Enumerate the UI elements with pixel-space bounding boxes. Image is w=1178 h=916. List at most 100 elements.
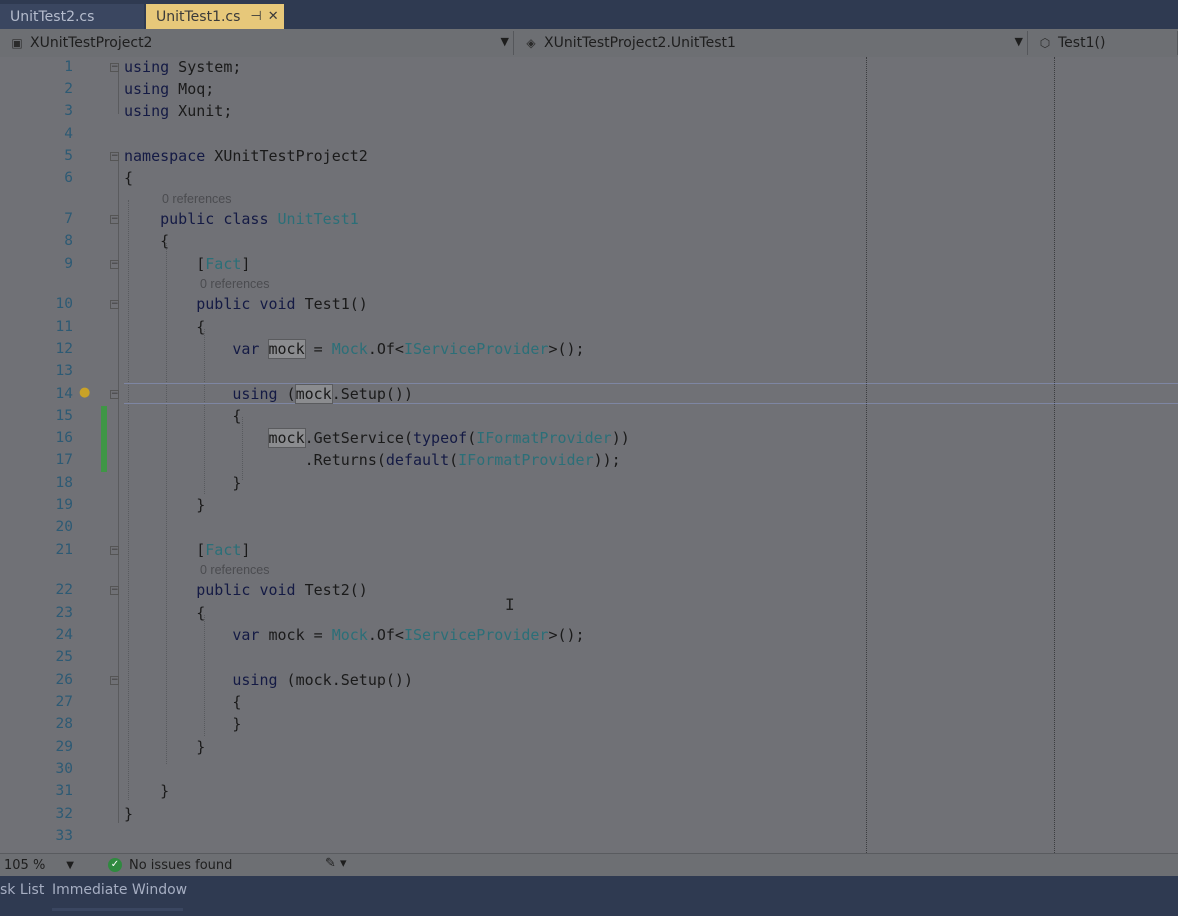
project-dropdown[interactable]: ▣ XUnitTestProject2 ▼ — [4, 31, 514, 55]
collapse-icon[interactable]: − — [110, 676, 119, 685]
line-number: 29 — [55, 739, 73, 755]
code-line[interactable]: var mock = Mock.Of<IServiceProvider>(); — [124, 339, 585, 359]
line-number: 18 — [55, 475, 73, 491]
line-number: 17 — [55, 452, 73, 468]
line-number: 9 — [64, 256, 73, 272]
line-number: 5 — [64, 148, 73, 164]
code-line[interactable]: { — [124, 604, 205, 622]
line-number: 16 — [55, 430, 73, 446]
navigation-bar: ▣ XUnitTestProject2 ▼ ◈ XUnitTestProject… — [0, 29, 1178, 58]
code-line[interactable]: } — [124, 805, 133, 823]
line-number: 20 — [55, 519, 73, 535]
tab-unittest2[interactable]: UnitTest2.cs — [0, 4, 144, 29]
text-cursor-icon: I — [505, 595, 515, 614]
collapse-icon[interactable]: − — [110, 586, 119, 595]
code-line[interactable]: using Xunit; — [124, 102, 232, 120]
collapse-icon[interactable]: − — [110, 546, 119, 555]
line-number: 23 — [55, 605, 73, 621]
tab-unittest1[interactable]: UnitTest1.cs ⊣✕ — [146, 4, 284, 29]
code-cleanup-icon[interactable]: ✎ ▾ — [325, 856, 347, 871]
lightbulb-icon[interactable]: ● — [79, 385, 90, 400]
codelens-references[interactable]: 0 references — [200, 277, 269, 295]
active-tab-indicator — [52, 908, 183, 911]
code-line[interactable]: using Moq; — [124, 80, 214, 98]
line-number: 10 — [55, 296, 73, 312]
pin-icon[interactable]: ⊣ — [250, 9, 267, 24]
line-number: 1 — [64, 59, 73, 75]
code-line[interactable]: } — [124, 782, 169, 800]
line-number: 7 — [64, 211, 73, 227]
code-line[interactable]: public class UnitTest1 — [124, 210, 359, 228]
code-line[interactable]: [Fact] — [124, 255, 250, 273]
zoom-level: 105 % — [4, 857, 46, 873]
class-dropdown[interactable]: ◈ XUnitTestProject2.UnitTest1 ▼ — [518, 31, 1028, 55]
line-number: 14 — [55, 386, 73, 402]
method-icon: ⬡ — [1039, 36, 1051, 50]
code-line[interactable]: { — [124, 318, 205, 336]
code-line[interactable]: using System; — [124, 58, 241, 76]
line-number: 19 — [55, 497, 73, 513]
code-line[interactable]: { — [124, 693, 241, 711]
issues-label: No issues found — [129, 857, 233, 873]
code-line[interactable]: using (mock.Setup()) — [124, 671, 413, 689]
line-number: 28 — [55, 716, 73, 732]
line-number: 4 — [64, 126, 73, 142]
line-number: 15 — [55, 408, 73, 424]
collapse-icon[interactable]: − — [110, 300, 119, 309]
issues-indicator[interactable]: ✓ No issues found — [108, 856, 232, 874]
collapse-icon[interactable]: − — [110, 390, 119, 399]
tab-label: UnitTest2.cs — [10, 8, 95, 25]
project-icon: ▣ — [11, 36, 23, 50]
line-number: 2 — [64, 81, 73, 97]
tab-immediate-window[interactable]: Immediate Window — [52, 882, 187, 898]
code-line[interactable]: } — [124, 715, 241, 733]
line-number: 21 — [55, 542, 73, 558]
line-number: 13 — [55, 363, 73, 379]
code-line[interactable]: } — [124, 496, 205, 514]
collapse-icon[interactable]: − — [110, 63, 119, 72]
document-tab-strip: UnitTest2.cs UnitTest1.cs ⊣✕ — [0, 0, 1178, 29]
collapse-icon[interactable]: − — [110, 152, 119, 161]
line-number: 3 — [64, 103, 73, 119]
code-line[interactable]: public void Test1() — [124, 295, 368, 313]
code-line[interactable]: } — [124, 474, 241, 492]
codelens-references[interactable]: 0 references — [162, 192, 231, 210]
chevron-down-icon[interactable]: ▼ — [501, 35, 509, 48]
code-line[interactable]: } — [124, 738, 205, 756]
chevron-down-icon[interactable]: ▼ — [66, 860, 74, 871]
check-circle-icon: ✓ — [108, 858, 122, 872]
code-line[interactable]: { — [124, 407, 241, 425]
bottom-panel-tabs: sk List Immediate Window — [0, 876, 1178, 916]
zoom-dropdown[interactable]: 105 % ▼ — [4, 856, 78, 874]
member-label: Test1() — [1058, 35, 1106, 51]
line-number: 31 — [55, 783, 73, 799]
code-line[interactable]: .Returns(default(IFormatProvider)); — [124, 451, 621, 469]
code-line[interactable]: { — [124, 169, 133, 187]
line-number: 30 — [55, 761, 73, 777]
code-line[interactable]: mock.GetService(typeof(IFormatProvider)) — [124, 428, 630, 448]
code-line[interactable]: { — [124, 232, 169, 250]
code-line[interactable]: var mock = Mock.Of<IServiceProvider>(); — [124, 626, 584, 644]
collapse-icon[interactable]: − — [110, 260, 119, 269]
line-number: 26 — [55, 672, 73, 688]
line-number: 22 — [55, 582, 73, 598]
line-number: 24 — [55, 627, 73, 643]
class-label: XUnitTestProject2.UnitTest1 — [544, 35, 736, 51]
line-number: 33 — [55, 828, 73, 844]
codelens-references[interactable]: 0 references — [200, 563, 269, 581]
line-number: 12 — [55, 341, 73, 357]
class-icon: ◈ — [526, 36, 536, 50]
line-number: 8 — [64, 233, 73, 249]
code-line[interactable]: using (mock.Setup()) — [124, 384, 413, 404]
line-number: 27 — [55, 694, 73, 710]
code-line[interactable]: public void Test2() — [124, 581, 368, 599]
code-editor[interactable]: 1− using System; 2 using Moq; 3 using Xunit… — [0, 57, 1178, 853]
code-line[interactable]: namespace XUnitTestProject2 — [124, 147, 368, 165]
tab-task-list[interactable]: sk List — [0, 882, 44, 898]
editor-status-bar: 105 % ▼ ✓ No issues found ✎ ▾ — [0, 853, 1178, 876]
code-line[interactable]: [Fact] — [124, 541, 250, 559]
member-dropdown[interactable]: ⬡ Test1() — [1032, 31, 1178, 55]
close-icon[interactable]: ✕ — [268, 9, 285, 24]
chevron-down-icon[interactable]: ▼ — [1015, 35, 1023, 48]
collapse-icon[interactable]: − — [110, 215, 119, 224]
